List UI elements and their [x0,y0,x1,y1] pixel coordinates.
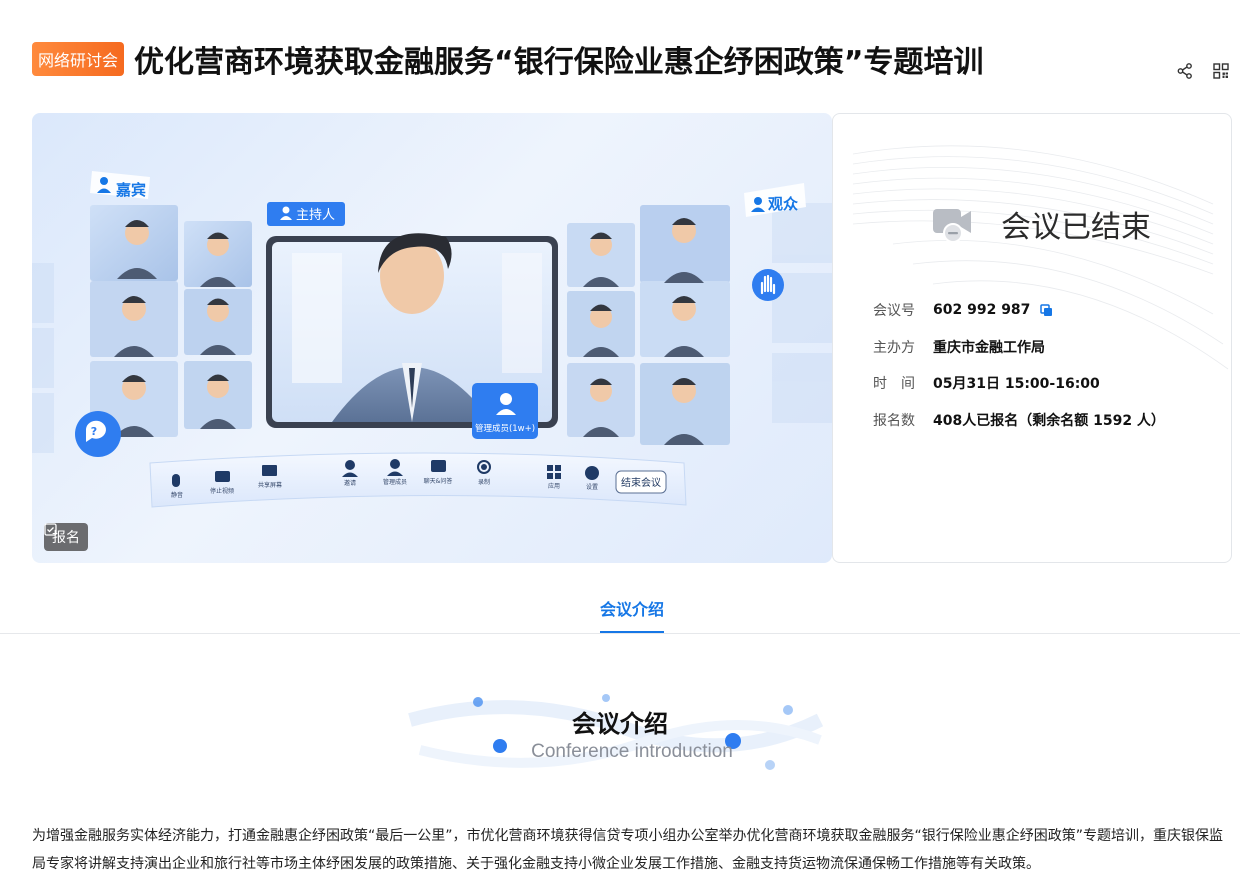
copy-icon[interactable] [1040,304,1053,317]
audience-label: 观众 [768,195,798,213]
section-heading: 会议介绍 Conference introduction [400,690,840,780]
toolbar-item-apps: 应用 [548,482,560,490]
share-icon[interactable] [1176,62,1194,80]
toolbar-item-chat: 聊天&问答 [424,477,453,485]
time-row: 时 间 05月31日 15:00-16:00 [873,365,1165,402]
signup-button[interactable]: 报名 [44,523,88,551]
guest-label: 嘉宾 [115,181,146,199]
tab-active-indicator [600,631,664,633]
meeting-toolbar: 静音 停止视频 共享屏幕 邀请 管理成员 聊天&问答 录制 应用 设置 结束会议 [149,452,687,508]
header-actions [1176,62,1230,80]
registration-key: 报名数 [873,412,915,429]
meeting-id-key: 会议号 [873,303,915,320]
audience-grid [567,205,730,445]
host-tag: 主持人 [267,202,345,226]
meeting-id-row: 会议号 602 992 987 [873,292,1165,329]
toolbar-item-video: 停止视频 [210,487,234,495]
toolbar-item-share: 共享屏幕 [258,481,282,489]
registration-value: 408人已报名（剩余名额 1592 人） [933,412,1165,429]
raise-hand-icon [752,269,784,301]
meeting-status: 会议已结束 [931,202,1151,246]
conference-description: 为增强金融服务实体经济能力，打通金融惠企纾困政策“最后一公里”，市优化营商环境获… [32,828,1224,872]
manage-label: 管理成员(1w+) [475,423,535,434]
host-org-key: 主办方 [873,339,915,356]
page-title: 优化营商环境获取金融服务“银行保险业惠企纾困政策”专题培训 [134,45,984,80]
time-value: 05月31日 15:00-16:00 [933,376,1100,393]
webinar-badge: 网络研讨会 [32,42,125,76]
section-subtitle: Conference introduction [531,741,733,762]
section-title: 会议介绍 [572,710,668,738]
info-rows: 会议号 602 992 987 主办方 重庆市金融工作局 时 间 05月31日 … [873,292,1165,438]
toolbar-item-mute: 静音 [171,491,183,499]
svg-text:?: ? [91,425,97,438]
guest-grid [90,205,252,437]
qa-bubble-icon: ? [75,411,121,457]
toolbar-item-invite: 邀请 [344,479,356,487]
manage-members-tile: 管理成员(1w+) [472,383,538,439]
host-org-value: 重庆市金融工作局 [933,339,1045,356]
audience-tag: 观众 [744,183,806,217]
qrcode-icon[interactable] [1212,62,1230,80]
host-org-row: 主办方 重庆市金融工作局 [873,329,1165,366]
banner-image: 嘉宾 主持人 管理成员(1w+) 观众 ? 静音 停止视频 共享屏幕 邀请 管理… [32,113,832,563]
host-label: 主持人 [296,208,335,223]
signup-icon [44,523,57,536]
registration-row: 报名数 408人已报名（剩余名额 1592 人） [873,402,1165,439]
meeting-id-value: 602 992 987 [933,302,1031,319]
toolbar-item-settings: 设置 [586,483,598,491]
guest-tag: 嘉宾 [90,171,150,199]
tab-bar: 会议介绍 [0,590,1240,634]
status-text: 会议已结束 [1001,210,1151,245]
title-row: 网络研讨会 优化营商环境获取金融服务“银行保险业惠企纾困政策”专题培训 [32,38,1032,80]
toolbar-item-record: 录制 [478,478,490,486]
time-key: 时 间 [873,376,915,393]
video-camera-icon [933,209,971,243]
page: 网络研讨会 优化营商环境获取金融服务“银行保险业惠企纾困政策”专题培训 嘉宾 主… [0,0,1240,888]
toolbar-item-members: 管理成员 [383,478,407,486]
tab-conference-intro[interactable]: 会议介绍 [600,596,664,620]
meeting-info-card: 会议已结束 会议号 602 992 987 主办方 重庆市金融工作局 时 间 0… [832,113,1232,563]
end-meeting-label: 结束会议 [621,476,661,489]
